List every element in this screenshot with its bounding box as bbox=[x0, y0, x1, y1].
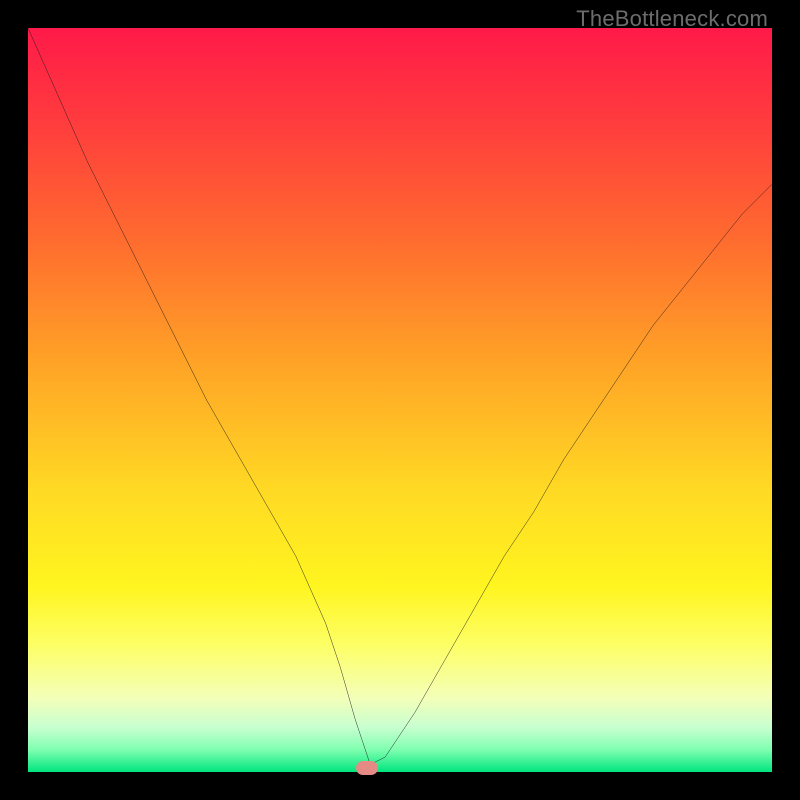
chart-frame: TheBottleneck.com bbox=[0, 0, 800, 800]
bottleneck-curve bbox=[28, 28, 772, 772]
plot-area bbox=[28, 28, 772, 772]
minimum-marker bbox=[356, 761, 378, 775]
